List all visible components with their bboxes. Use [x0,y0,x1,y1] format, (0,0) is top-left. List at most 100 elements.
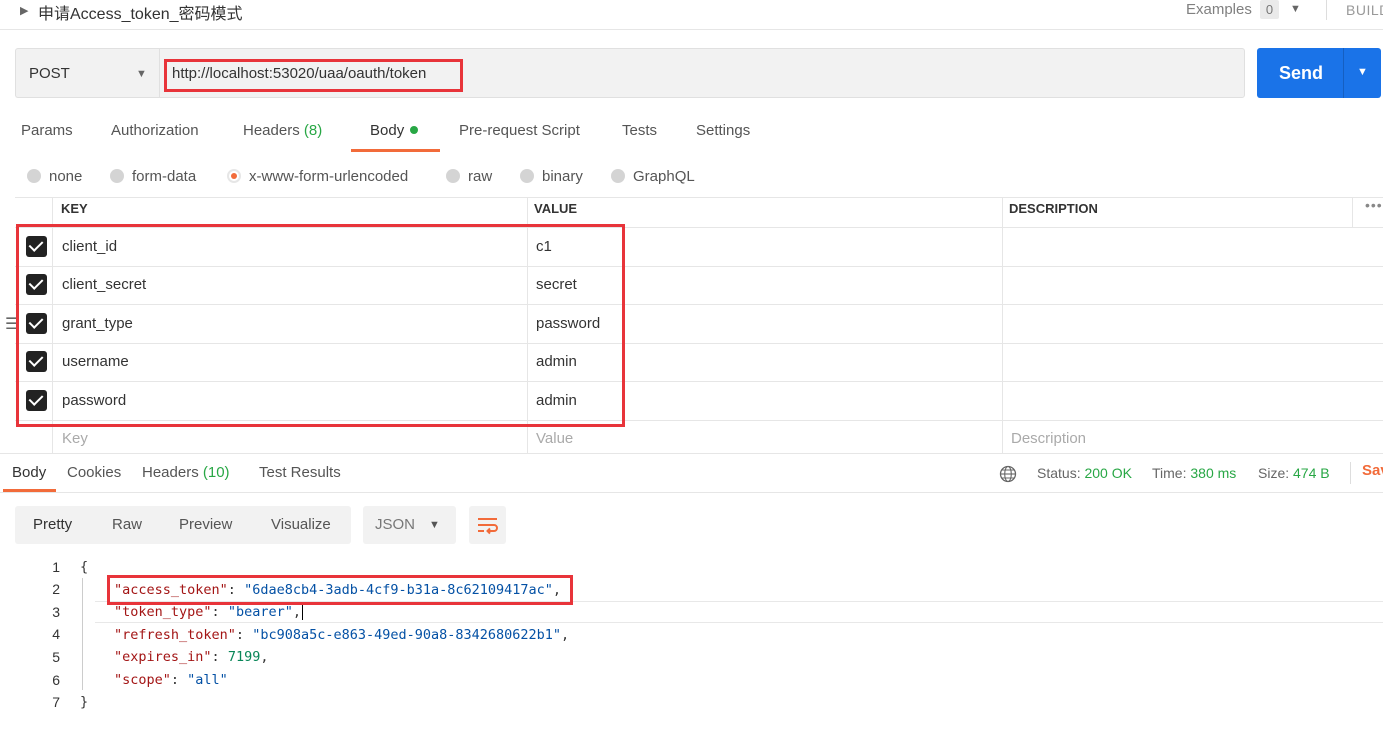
line-number: 7 [52,694,60,710]
tab-params[interactable]: Params [21,122,73,139]
tab-settings[interactable]: Settings [696,122,750,139]
tab-tests[interactable]: Tests [622,122,657,139]
brace: { [80,559,89,575]
column-header-description: DESCRIPTION [1009,201,1098,216]
send-label: Send [1279,63,1324,83]
radio-label: form-data [132,168,197,185]
line-number: 1 [52,559,60,575]
line-number: 4 [52,626,60,642]
body-active-dot-icon [410,126,419,135]
json-number: 7199 [227,649,261,665]
examples-dropdown-icon[interactable]: ▼ [1290,3,1301,15]
radio-label: none [49,168,83,185]
size-info: Size: 474 B [1258,465,1330,481]
line-number: 5 [52,649,60,665]
tab-headers[interactable]: Headers (8) [243,122,322,139]
code-line: "refresh_token": "bc908a5c-e863-49ed-90a… [114,627,570,643]
radio-graphql[interactable]: GraphQL [611,168,695,185]
radio-label: raw [468,168,493,185]
view-raw[interactable]: Raw [112,516,142,533]
code-line: "token_type": "bearer", [114,604,301,620]
send-divider [1343,48,1344,98]
response-tab-cookies[interactable]: Cookies [67,464,121,481]
size-label: Size: [1258,465,1290,481]
globe-icon[interactable] [999,465,1017,483]
radio-icon [27,169,41,184]
radio-none[interactable]: none [27,168,82,185]
new-description-input[interactable]: Description [1011,430,1086,447]
json-string: "bc908a5c-e863-49ed-90a8-8342680622b1" [252,627,562,643]
more-options-icon[interactable]: ••• [1365,197,1383,213]
tab-body[interactable]: Body [370,122,419,139]
tab-authorization[interactable]: Authorization [111,122,199,139]
view-pretty[interactable]: Pretty [33,516,72,533]
column-header-key: KEY [61,201,88,216]
time-value[interactable]: 380 ms [1190,465,1236,481]
radio-selected-icon [227,169,241,184]
tab-count: (8) [303,122,323,139]
response-tab-headers[interactable]: Headers (10) [142,464,230,481]
json-key: "scope" [114,672,171,688]
text-cursor [302,603,303,620]
tab-label: Test Results [259,464,341,481]
radio-icon [611,169,625,184]
send-options-chevron-icon[interactable]: ▼ [1357,66,1368,78]
table-top-border [15,197,1383,198]
expand-caret-icon[interactable]: ▶ [20,4,28,17]
status-label: Status: [1037,465,1081,481]
save-response-button[interactable]: Sav [1362,462,1383,479]
response-divider [0,453,1383,454]
send-button[interactable]: Send ▼ [1257,48,1381,98]
code-line: { [80,559,88,575]
line-number: 2 [52,581,60,597]
tab-pre-request-script[interactable]: Pre-request Script [459,122,580,139]
examples-count-badge: 0 [1260,0,1279,19]
radio-label: x-www-form-urlencoded [249,168,409,185]
tab-label: Pre-request Script [459,122,580,139]
column-header-value: VALUE [534,201,578,216]
json-key: "token_type" [114,604,212,620]
time-info: Time: 380 ms [1152,465,1236,481]
view-preview[interactable]: Preview [179,516,232,533]
access-token-highlight-box [107,575,573,605]
view-mode-bar: Pretty Raw Preview Visualize [15,506,351,544]
radio-form-data[interactable]: form-data [110,168,196,185]
tab-label: Headers [142,464,199,481]
format-label: JSON [375,516,416,533]
status-info: Status: 200 OK [1037,465,1132,481]
tab-label: Body [12,464,47,481]
response-tab-test-results[interactable]: Test Results [259,464,341,481]
size-value[interactable]: 474 B [1293,465,1330,481]
save-divider [1350,462,1351,484]
current-line-border [95,622,1383,623]
tab-label: Cookies [67,464,122,481]
build-button[interactable]: BUILD [1346,2,1383,18]
request-header-bar: ▶ 申请Access_token_密码模式 Examples 0 ▼ BUILD [0,0,1383,30]
format-select[interactable]: JSON ▼ [363,506,456,544]
request-title[interactable]: 申请Access_token_密码模式 [38,0,243,24]
line-number: 6 [52,672,60,688]
radio-binary[interactable]: binary [520,168,583,185]
examples-label[interactable]: Examples [1186,1,1252,18]
json-key: "expires_in" [114,649,212,665]
radio-x-www-form-urlencoded[interactable]: x-www-form-urlencoded [227,168,408,185]
column-divider [1352,197,1353,227]
status-value[interactable]: 200 OK [1084,465,1131,481]
new-value-input[interactable]: Value [536,430,573,447]
radio-raw[interactable]: raw [446,168,492,185]
response-tabs-border [0,492,1383,493]
code-line: "scope": "all" [114,672,228,688]
new-key-input[interactable]: Key [62,430,88,447]
tab-count: (10) [202,464,230,481]
tab-label: Headers [243,122,300,139]
wrap-lines-button[interactable] [469,506,506,544]
method-label: POST [29,65,70,82]
method-select[interactable]: POST ▼ [15,48,159,98]
tab-label: Tests [622,122,658,139]
response-tab-body[interactable]: Body [12,464,46,481]
brace: } [80,694,89,710]
radio-icon [520,169,534,184]
header-divider [1326,0,1327,20]
active-tab-underline [351,149,440,152]
view-visualize[interactable]: Visualize [271,516,331,533]
